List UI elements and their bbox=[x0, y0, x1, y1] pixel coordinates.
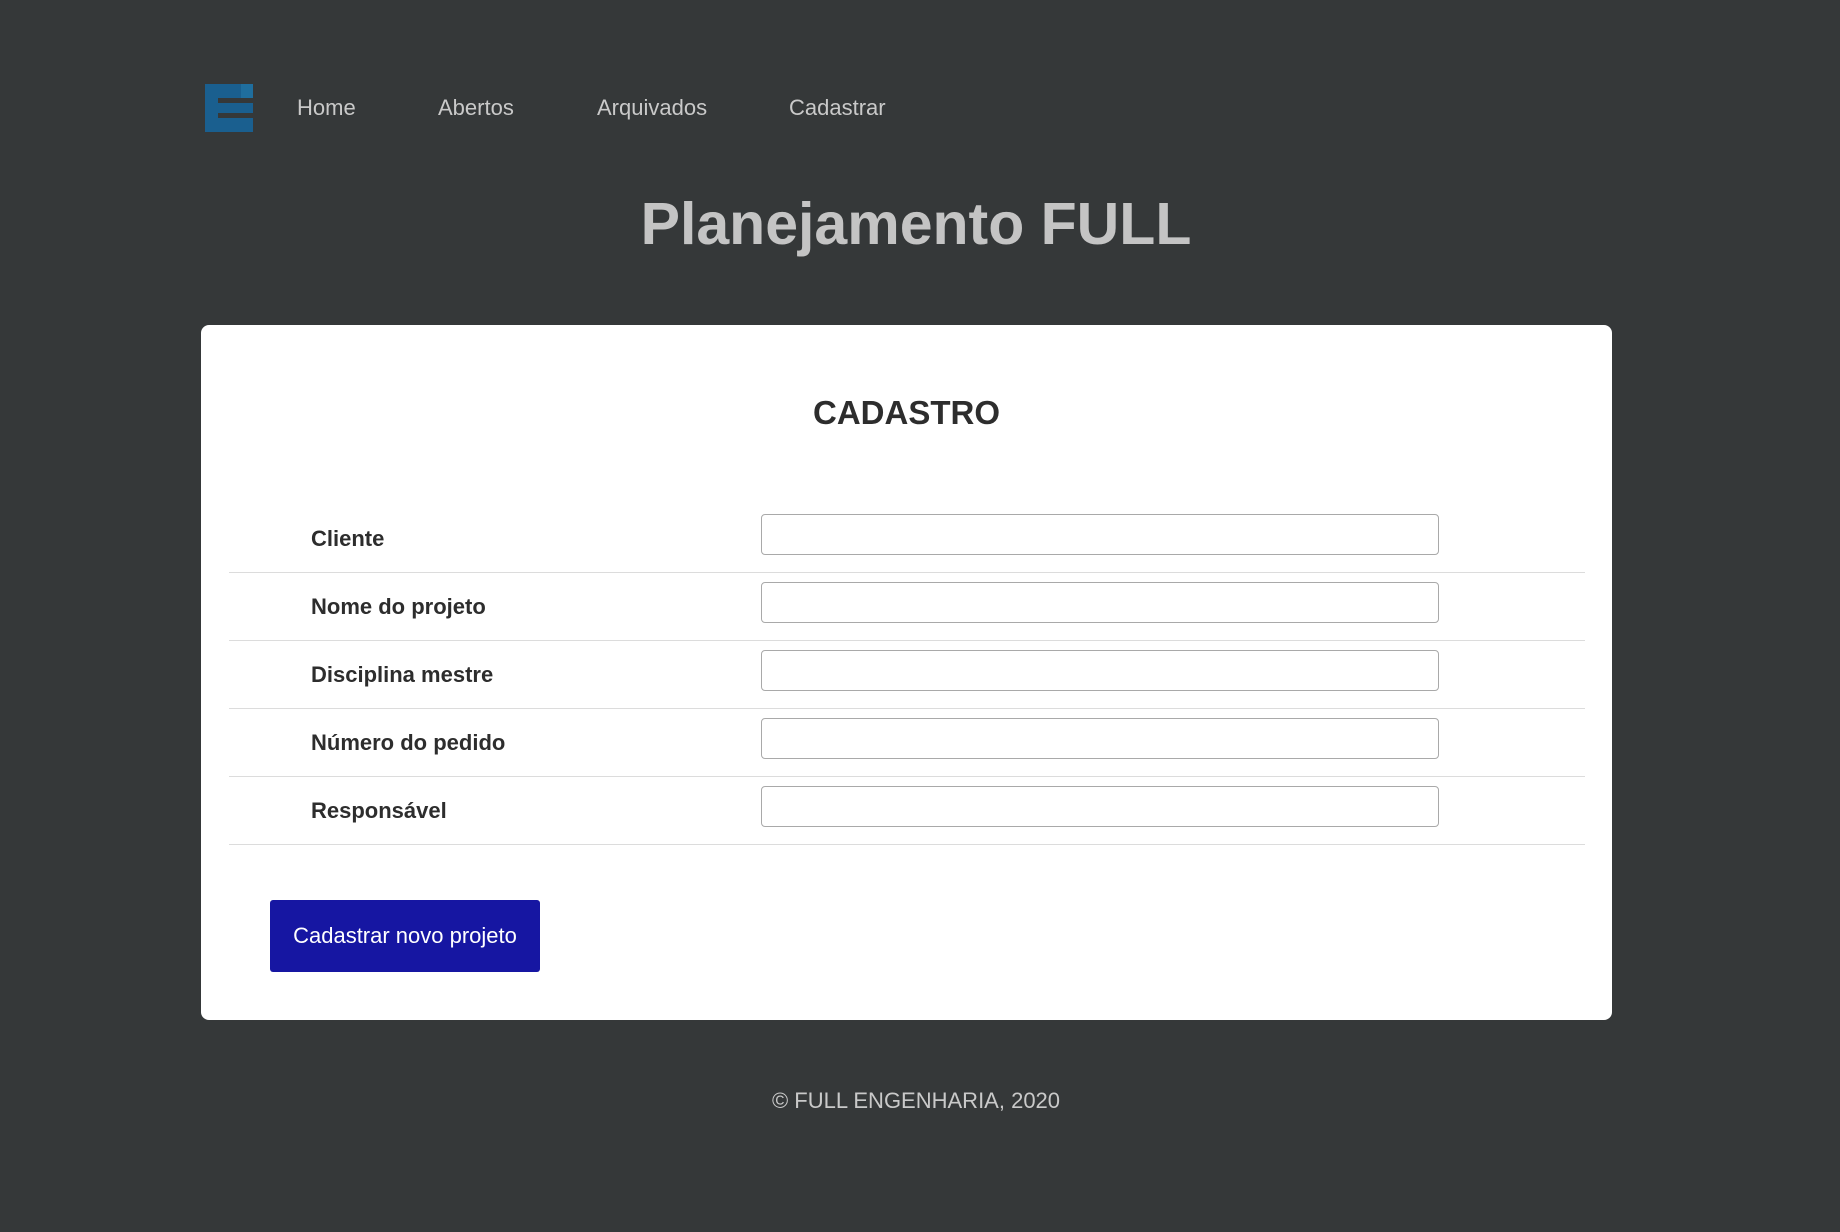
disciplina-mestre-label: Disciplina mestre bbox=[311, 662, 494, 687]
company-logo-icon[interactable] bbox=[205, 84, 253, 132]
nav-link-arquivados[interactable]: Arquivados bbox=[597, 95, 707, 121]
form-row-cliente: Cliente bbox=[229, 505, 1585, 573]
top-navigation: Home Abertos Arquivados Cadastrar bbox=[205, 82, 886, 134]
registration-form: Cliente Nome do projeto Disciplina mestr… bbox=[229, 505, 1585, 845]
nav-link-abertos[interactable]: Abertos bbox=[438, 95, 514, 121]
numero-do-pedido-input[interactable] bbox=[761, 718, 1439, 759]
responsavel-label: Responsável bbox=[311, 798, 447, 823]
form-title: CADASTRO bbox=[813, 394, 1000, 431]
registration-card: CADASTRO Cliente Nome do projeto Discipl… bbox=[201, 325, 1612, 1020]
responsavel-input[interactable] bbox=[761, 786, 1439, 827]
nav-link-home[interactable]: Home bbox=[297, 95, 356, 121]
form-row-nome-do-projeto: Nome do projeto bbox=[229, 573, 1585, 641]
nome-do-projeto-label: Nome do projeto bbox=[311, 594, 486, 619]
form-row-disciplina-mestre: Disciplina mestre bbox=[229, 641, 1585, 709]
submit-new-project-button[interactable]: Cadastrar novo projeto bbox=[270, 900, 540, 972]
nome-do-projeto-input[interactable] bbox=[761, 582, 1439, 623]
nav-link-cadastrar[interactable]: Cadastrar bbox=[789, 95, 886, 121]
page-title: Planejamento FULL bbox=[640, 191, 1192, 257]
disciplina-mestre-input[interactable] bbox=[761, 650, 1439, 691]
cliente-input[interactable] bbox=[761, 514, 1439, 555]
form-row-responsavel: Responsável bbox=[229, 777, 1585, 845]
numero-do-pedido-label: Número do pedido bbox=[311, 730, 506, 755]
footer-copyright: © FULL ENGENHARIA, 2020 bbox=[771, 1088, 1061, 1113]
cliente-label: Cliente bbox=[311, 526, 385, 551]
form-row-numero-do-pedido: Número do pedido bbox=[229, 709, 1585, 777]
